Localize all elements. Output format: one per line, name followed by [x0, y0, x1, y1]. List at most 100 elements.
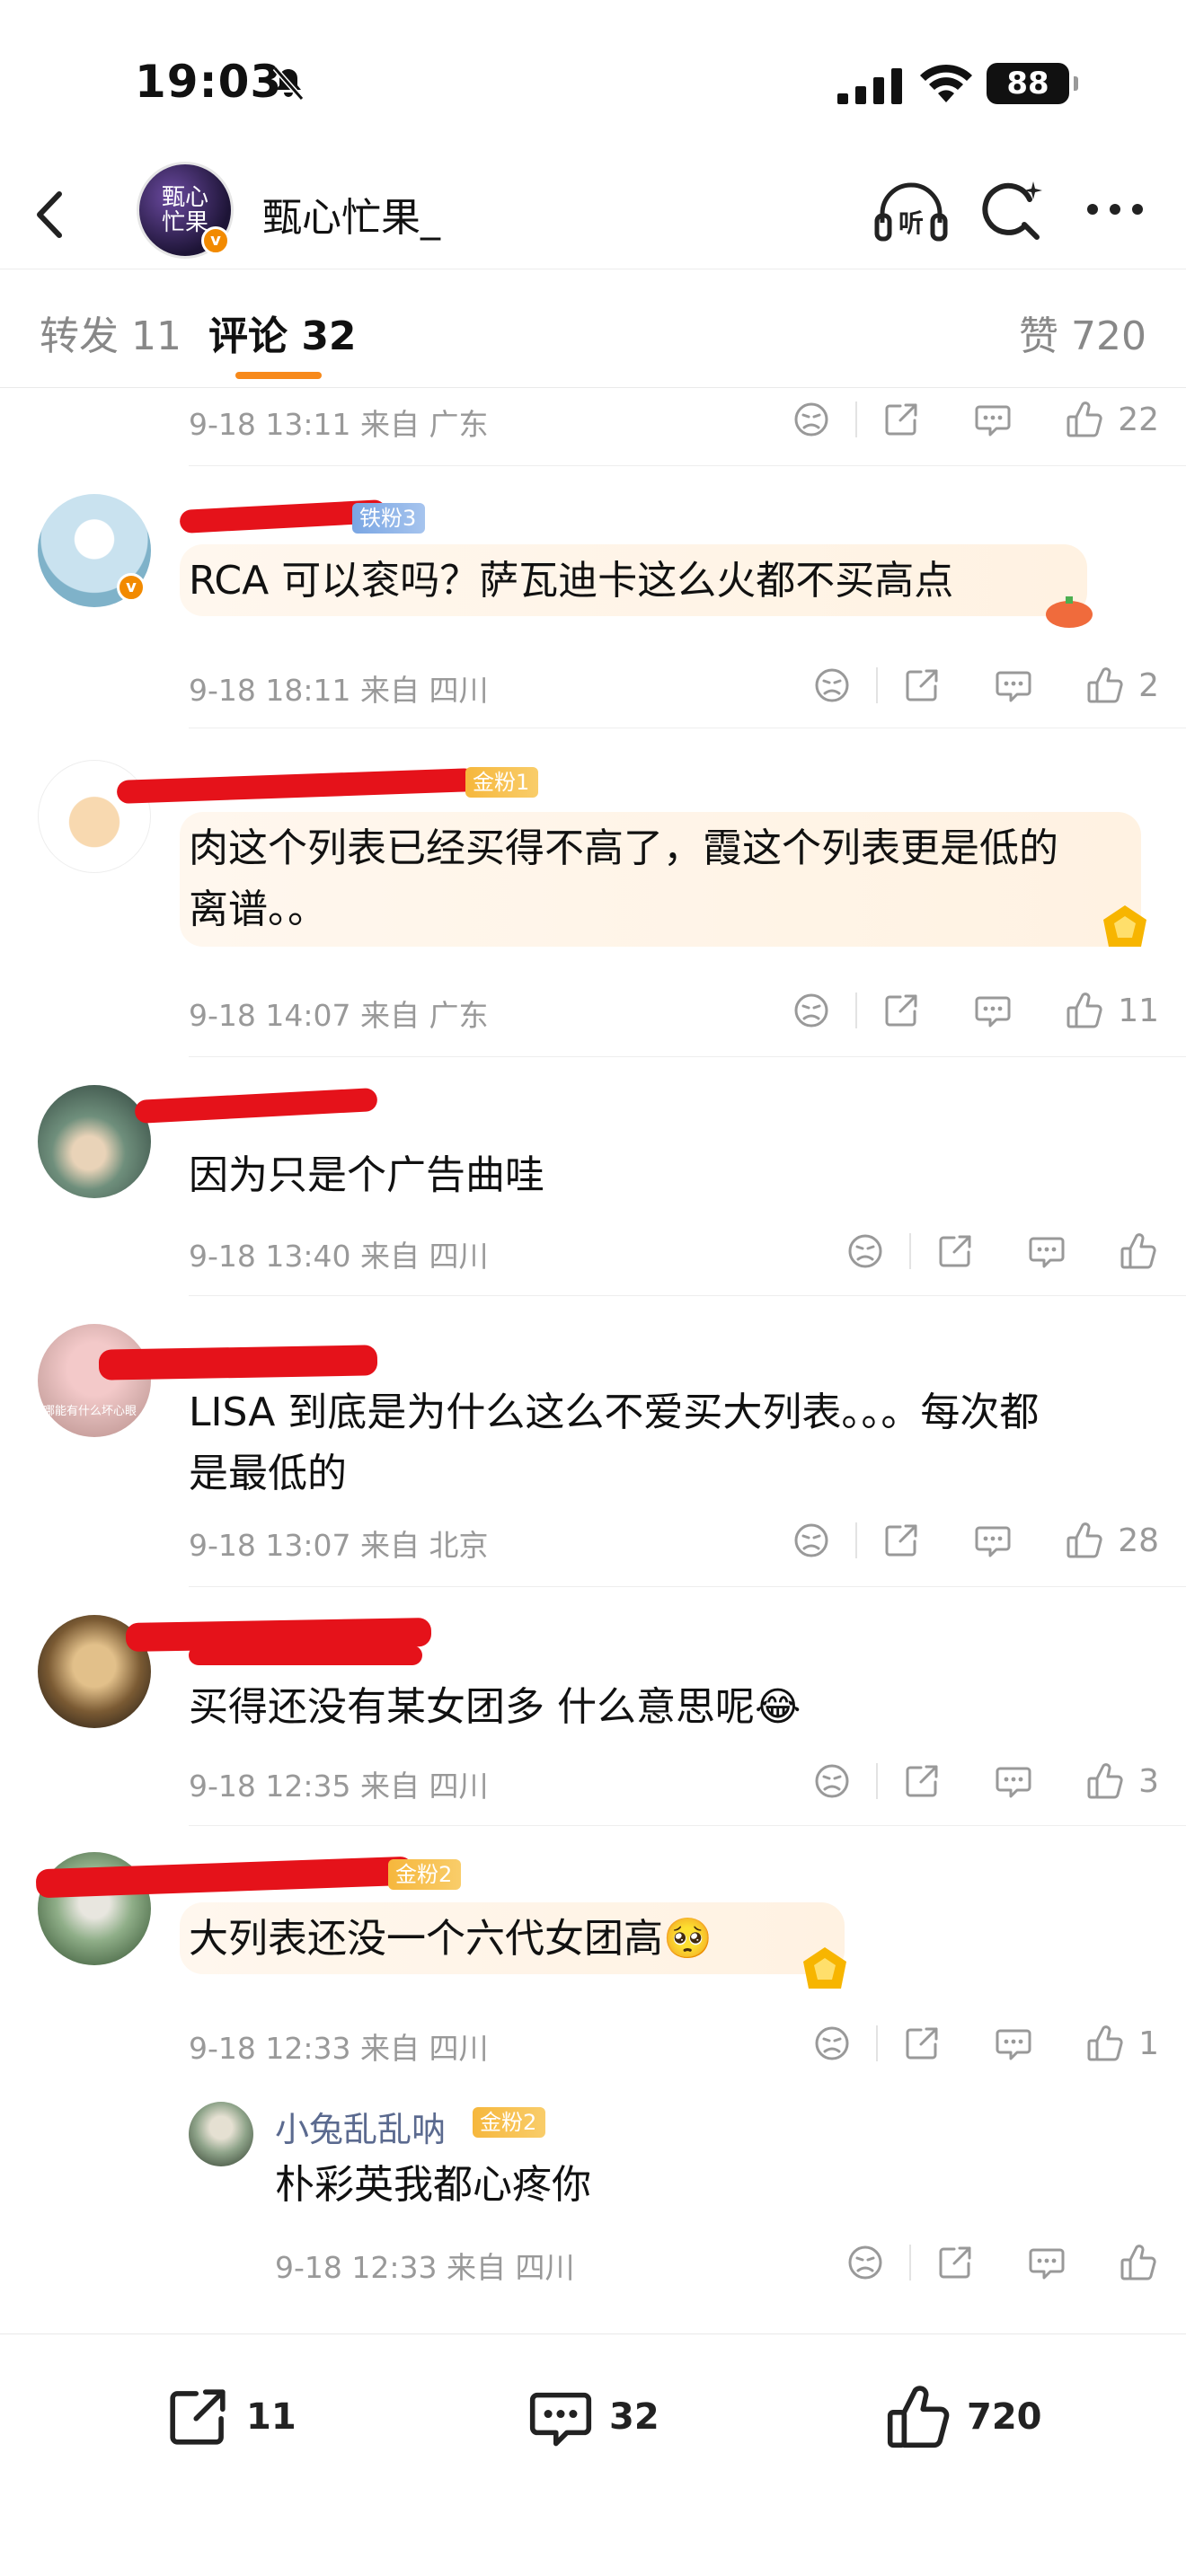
- user-avatar[interactable]: [38, 1085, 151, 1198]
- comment-count: 32: [609, 2396, 659, 2438]
- reply-button[interactable]: [1026, 1231, 1067, 1272]
- comment-actions: 22: [791, 397, 1159, 442]
- comment-actions: 28: [791, 1518, 1159, 1563]
- user-avatar[interactable]: 哪能有什么坏心眼: [38, 1324, 151, 1437]
- repost-button[interactable]: 11: [162, 2381, 296, 2453]
- comment-icon: [975, 1526, 1011, 1557]
- reply-button[interactable]: [993, 665, 1034, 706]
- reply-username[interactable]: 小兔乱乱呐: [275, 2102, 446, 2151]
- dislike-button[interactable]: [811, 665, 853, 706]
- tab-likes[interactable]: 赞 720: [1019, 304, 1146, 361]
- comment-meta: 9-18 13:07 来自 北京: [189, 1528, 489, 1563]
- comment-meta: 9-18 13:11 来自 广东: [189, 407, 489, 442]
- action-separator: [855, 401, 858, 437]
- redaction-mark: [98, 1345, 378, 1381]
- comment-button[interactable]: 32: [525, 2381, 659, 2453]
- divider: [189, 1056, 1186, 1057]
- comment-icon: [529, 2392, 592, 2447]
- reply-button[interactable]: [972, 990, 1013, 1031]
- comment-icon: [975, 405, 1011, 437]
- comment-item: 哪能有什么坏心眼 LISA 到底是为什么这么不爱买大列表。。。每次都 是最低的 …: [0, 1297, 1186, 1587]
- comment-icon: [1029, 1237, 1065, 1268]
- like-button[interactable]: 28: [1064, 1520, 1159, 1561]
- comment-actions: 11: [791, 988, 1159, 1033]
- tab-reposts[interactable]: 转发 11: [40, 304, 181, 361]
- comment-text-content: 大列表还没一个六代女团高: [189, 1916, 663, 1962]
- dislike-icon: [815, 668, 849, 702]
- share-button[interactable]: [881, 399, 922, 440]
- account-name[interactable]: 甄心忙果_: [262, 185, 440, 243]
- like-button[interactable]: 3: [1084, 1760, 1159, 1802]
- pleading-emoji-icon: 🥺: [663, 1916, 712, 1962]
- dislike-icon: [794, 402, 828, 437]
- reply-button[interactable]: [993, 1760, 1034, 1802]
- fan-badge: 金粉1: [465, 767, 539, 798]
- action-separator: [855, 1522, 858, 1558]
- bell-off-icon: [272, 66, 305, 101]
- like-post-button[interactable]: 720: [882, 2381, 1042, 2453]
- dislike-button[interactable]: [791, 399, 832, 440]
- like-count: 3: [1138, 1762, 1159, 1800]
- like-icon: [1120, 1233, 1156, 1269]
- back-arrow-icon[interactable]: [27, 183, 72, 246]
- divider: [189, 1586, 1186, 1587]
- dislike-button[interactable]: [845, 1231, 886, 1272]
- reply-button[interactable]: [993, 2023, 1034, 2064]
- reply-user-avatar[interactable]: [189, 2102, 253, 2166]
- comment-meta: 9-18 12:33 来自 四川: [189, 2031, 489, 2066]
- dislike-button[interactable]: [791, 990, 832, 1031]
- listen-headphones-icon[interactable]: 听: [873, 180, 949, 244]
- like-icon: [1087, 2025, 1123, 2061]
- like-icon: [1087, 667, 1123, 703]
- tab-comments[interactable]: 评论 32: [208, 304, 357, 361]
- comment-actions: 3: [811, 1759, 1159, 1804]
- verified-badge-icon: v: [201, 226, 230, 255]
- dislike-button[interactable]: [845, 2242, 886, 2283]
- reply-button[interactable]: [1026, 2242, 1067, 2283]
- battery-indicator: 88: [987, 63, 1078, 104]
- reply-button[interactable]: [972, 399, 1013, 440]
- reply-button[interactable]: [972, 1520, 1013, 1561]
- comment-icon: [996, 671, 1031, 702]
- comment-meta: 9-18 14:07 来自 广东: [189, 998, 489, 1033]
- more-options-icon[interactable]: [1084, 196, 1146, 223]
- like-icon: [1120, 2245, 1156, 2280]
- like-icon: [1087, 1763, 1123, 1799]
- share-button[interactable]: [934, 2242, 976, 2283]
- bubble-decoration-icon: [1046, 596, 1093, 628]
- like-button[interactable]: 11: [1064, 990, 1159, 1031]
- like-count: 1: [1138, 2025, 1159, 2062]
- comment-icon: [1029, 2248, 1065, 2280]
- comment-actions: 1: [811, 2021, 1159, 2066]
- dislike-icon: [815, 1764, 849, 1798]
- avatar-logo-text: 甄心忙果: [161, 184, 208, 236]
- share-button[interactable]: [934, 1231, 976, 1272]
- like-button[interactable]: 2: [1084, 665, 1159, 706]
- share-button[interactable]: [881, 990, 922, 1031]
- share-button[interactable]: [881, 1520, 922, 1561]
- comment-meta: 9-18 13:40 来自 四川: [189, 1239, 489, 1274]
- action-separator: [855, 992, 858, 1028]
- comment-meta: 9-18 12:35 来自 四川: [189, 1769, 489, 1804]
- search-icon[interactable]: [979, 178, 1044, 243]
- dislike-button[interactable]: [811, 2023, 853, 2064]
- svg-text:听: 听: [898, 208, 924, 238]
- share-button[interactable]: [901, 2023, 943, 2064]
- share-icon: [885, 403, 917, 436]
- share-button[interactable]: [901, 1760, 943, 1802]
- dislike-button[interactable]: [811, 1760, 853, 1802]
- comment-item: 因为只是个广告曲哇 9-18 13:40 来自 四川: [0, 1058, 1186, 1296]
- dislike-icon: [794, 993, 828, 1028]
- share-icon: [885, 994, 917, 1027]
- share-button[interactable]: [901, 665, 943, 706]
- like-button[interactable]: [1118, 1231, 1159, 1272]
- reply-meta: 9-18 12:33 来自 四川: [275, 2250, 575, 2285]
- like-button[interactable]: 22: [1064, 399, 1159, 440]
- like-icon: [1067, 401, 1102, 437]
- user-avatar[interactable]: [38, 760, 151, 873]
- comment-text: 大列表还没一个六代女团高🥺: [189, 1910, 712, 1969]
- action-separator: [909, 2245, 911, 2280]
- dislike-button[interactable]: [791, 1520, 832, 1561]
- like-button[interactable]: 1: [1084, 2023, 1159, 2064]
- like-button[interactable]: [1118, 2242, 1159, 2283]
